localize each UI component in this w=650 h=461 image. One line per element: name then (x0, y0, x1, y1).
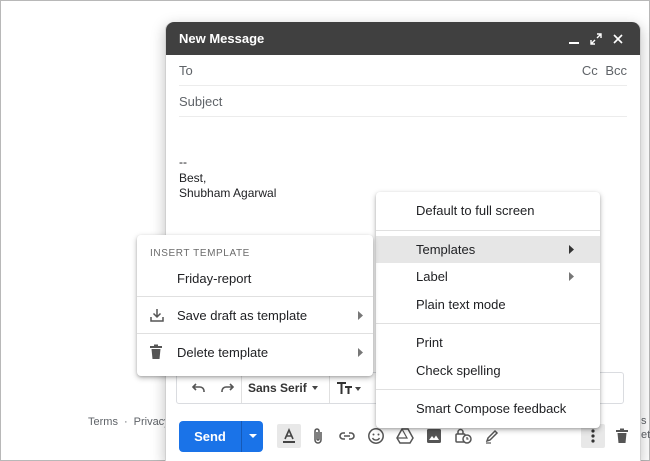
save-draft-as-template-item[interactable]: Save draft as template (137, 300, 373, 330)
discard-draft-icon[interactable] (610, 424, 634, 448)
signature-line: Best, (179, 170, 207, 185)
more-options-menu: Default to full screen Templates Label P… (376, 192, 600, 428)
menu-divider (137, 296, 373, 297)
compose-header: New Message (166, 22, 640, 55)
menu-divider (137, 333, 373, 334)
signature-line: -- (179, 155, 187, 169)
minimize-icon[interactable] (564, 29, 584, 49)
expand-icon[interactable] (586, 29, 606, 49)
close-icon[interactable] (608, 29, 628, 49)
cc-bcc-links: Cc Bcc (578, 63, 627, 78)
to-label: To (179, 62, 193, 78)
download-icon (149, 300, 165, 330)
subject-placeholder: Subject (179, 93, 223, 109)
trash-icon (149, 337, 163, 367)
compose-title: New Message (179, 31, 265, 46)
menu-item-plain-text-mode[interactable]: Plain text mode (376, 291, 600, 319)
menu-item-templates[interactable]: Templates (376, 235, 600, 264)
footer-right-text: s a eta (641, 415, 650, 441)
menu-item-default-full-screen[interactable]: Default to full screen (376, 197, 600, 225)
attach-icon[interactable] (306, 424, 330, 448)
formatting-options-icon[interactable] (277, 424, 301, 448)
send-button[interactable]: Send (179, 420, 241, 452)
font-select[interactable]: Sans Serif (241, 373, 330, 403)
menu-item-label[interactable]: Label (376, 263, 600, 291)
text-size-icon[interactable] (330, 373, 368, 403)
chevron-right-icon (568, 263, 574, 291)
menu-divider (376, 323, 600, 324)
insert-template-heading: INSERT TEMPLATE (150, 247, 250, 259)
bcc-link[interactable]: Bcc (605, 63, 627, 78)
chevron-down-icon (311, 386, 318, 390)
undo-icon[interactable] (185, 373, 213, 403)
template-item-friday-report[interactable]: Friday-report (137, 263, 373, 293)
message-body[interactable]: -- Best, Shubham Agarwal (166, 117, 640, 202)
menu-item-smart-compose-feedback[interactable]: Smart Compose feedback (376, 395, 600, 423)
menu-divider (376, 229, 600, 231)
to-field[interactable]: To Cc Bcc (179, 55, 627, 86)
cc-link[interactable]: Cc (582, 63, 598, 78)
templates-submenu: INSERT TEMPLATE Friday-report Save draft… (137, 235, 373, 376)
chevron-right-icon (568, 236, 574, 264)
menu-item-check-spelling[interactable]: Check spelling (376, 357, 600, 385)
footer-separator: · (123, 416, 128, 428)
chevron-right-icon (357, 337, 363, 367)
menu-divider (376, 389, 600, 390)
menu-item-print[interactable]: Print (376, 329, 600, 357)
font-name: Sans Serif (248, 381, 307, 395)
delete-template-item[interactable]: Delete template (137, 337, 373, 367)
redo-icon[interactable] (213, 373, 241, 403)
terms-link[interactable]: Terms (88, 416, 118, 428)
link-icon[interactable] (335, 424, 359, 448)
subject-field[interactable]: Subject (179, 86, 627, 117)
chevron-down-icon (248, 434, 257, 438)
send-options-button[interactable] (241, 420, 263, 452)
chevron-right-icon (357, 300, 363, 330)
